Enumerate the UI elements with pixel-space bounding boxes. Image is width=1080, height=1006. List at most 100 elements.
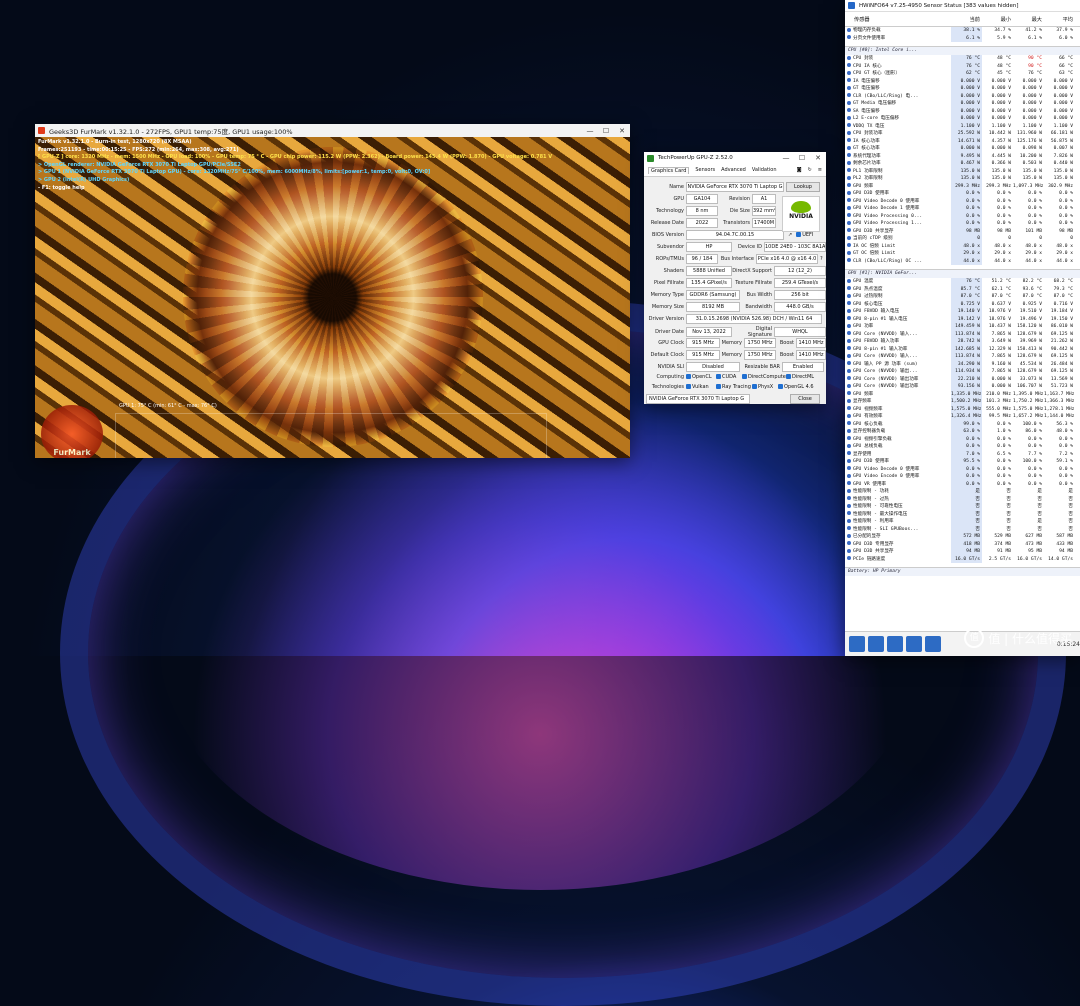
opengl-checkbox[interactable] xyxy=(778,384,783,389)
hwinfo-titlebar[interactable]: HWiNFO64 v7.25-4950 Sensor Status [383 v… xyxy=(845,0,1080,12)
close-button[interactable]: Close xyxy=(790,394,820,404)
sensor-row[interactable]: PCIe 链路速度 16.0 GT/s 2.5 GT/s 16.0 GT/s 14.0 … xyxy=(845,555,1080,563)
sensor-row[interactable]: 性能限制 - 可靠性电压 否 否 否 否 xyxy=(845,503,1080,511)
sensor-row[interactable]: GPU 有效频率 1,326.4 MHz 99.5 MHz 1,657.2 MHz 1,… xyxy=(845,413,1080,421)
sensor-row[interactable]: GPU FBVDD 输入功率 28.742 W 3.649 W 39.969 W 21.… xyxy=(845,338,1080,346)
sensor-row[interactable]: CPU GT 核心（图形） 62 °C 45 °C 76 °C 63 °C xyxy=(845,70,1080,78)
settings-icon[interactable] xyxy=(925,636,941,652)
sensor-row[interactable]: GPU FBVDD 输入电压 19.140 V 18.976 V 19.510 V 19… xyxy=(845,308,1080,316)
furmark-titlebar[interactable]: Geeks3D FurMark v1.32.1.0 - 272FPS, GPU1… xyxy=(35,124,630,137)
sensor-row[interactable]: 物理内存负载 38.1 % 34.7 % 41.2 % 37.9 % xyxy=(845,27,1080,35)
sensor-row[interactable]: GPU 过热限制 87.0 °C 87.0 °C 87.0 °C 87.0 °C xyxy=(845,293,1080,301)
sensor-row[interactable]: L2 E-core 电压偏移 0.000 V 0.000 V 0.000 V 0.000… xyxy=(845,115,1080,123)
sensor-row[interactable]: GPU 8-pin #1 输入电压 19.142 V 18.976 V 19.496 … xyxy=(845,315,1080,323)
tab-advanced[interactable]: Advanced xyxy=(721,167,746,174)
col-avg[interactable]: 平均 xyxy=(1044,16,1075,23)
close-icon[interactable]: ✕ xyxy=(614,127,630,135)
sensor-row[interactable]: GPU D3D 共享显存 94 MB 91 MB 95 MB 94 MB xyxy=(845,548,1080,556)
sensor-row[interactable]: GT 核心功率 0.000 W 0.000 W 0.098 W 0.007 W xyxy=(845,145,1080,153)
gpu-select[interactable]: NVIDIA GeForce RTX 3070 Ti Laptop G xyxy=(646,394,750,404)
report-icon[interactable] xyxy=(906,636,922,652)
sensor-row[interactable]: CPU 封装 76 °C 48 °C 90 °C 66 °C xyxy=(845,55,1080,63)
maximize-icon[interactable]: ☐ xyxy=(598,127,614,135)
sensor-row[interactable]: GPU 视频引擎负载 0.0 % 0.0 % 0.0 % 0.0 % xyxy=(845,435,1080,443)
sensor-row[interactable]: 性能限制 - 功耗 是 否 是 是 xyxy=(845,488,1080,496)
sensor-row[interactable]: 性能限制 - 利用率 否 否 是 否 xyxy=(845,518,1080,526)
sensor-row[interactable]: IA OC 倍频 Limit 48.0 x 48.0 x 48.0 x 48.0 x xyxy=(845,242,1080,250)
furmark-window[interactable]: Geeks3D FurMark v1.32.1.0 - 272FPS, GPU1… xyxy=(35,124,630,458)
minimize-icon[interactable]: — xyxy=(582,127,598,135)
sensor-row[interactable]: GPU 频率 1,335.0 MHz 210.0 MHz 1,395.0 MHz 1,1… xyxy=(845,390,1080,398)
nav-arrows-2-icon[interactable] xyxy=(868,636,884,652)
directml-checkbox[interactable] xyxy=(786,374,791,379)
sensor-row[interactable]: 分页文件使用率 6.1 % 5.9 % 6.1 % 6.0 % xyxy=(845,34,1080,42)
tab-graphics-card[interactable]: Graphics Card xyxy=(648,167,690,174)
sensor-group-gpu[interactable]: GPU [#1]: NVIDIA GeFor... xyxy=(845,269,1080,278)
sensor-row[interactable]: PL2 功率限制 135.0 W 135.0 W 135.0 W 135.0 W xyxy=(845,175,1080,183)
sensor-row[interactable]: IA 核心功率 14.671 W 4.357 W 125.176 W 56.875 W xyxy=(845,137,1080,145)
opencl-checkbox[interactable] xyxy=(686,374,691,379)
col-sensor[interactable]: 传感器 xyxy=(845,16,951,23)
sensor-row[interactable]: GPU Core (NVVDD) 输出功率 22.210 W 0.000 W 33.0… xyxy=(845,375,1080,383)
sensor-row[interactable]: CLR (CBo/LLC/Ring) OC ... 44.0 x 44.0 x 44.… xyxy=(845,257,1080,265)
maximize-icon[interactable]: ☐ xyxy=(794,154,810,162)
network-icon[interactable] xyxy=(887,636,903,652)
sensor-row[interactable]: GT Media 电压偏移 0.000 V 0.000 V 0.000 V 0.000 … xyxy=(845,100,1080,108)
sensor-row[interactable]: GPU Video Decode 0 使用率 0.0 % 0.0 % 0.0 % 0.0… xyxy=(845,197,1080,205)
sensor-row[interactable]: GPU Video Decode 1 使用率 0.0 % 0.0 % 0.0 % 0.0… xyxy=(845,205,1080,213)
physx-checkbox[interactable] xyxy=(752,384,757,389)
sensor-row[interactable]: GPU 视频频率 1,575.0 MHz 555.0 MHz 1,575.0 MHz 1… xyxy=(845,405,1080,413)
uefi-checkbox[interactable] xyxy=(796,232,802,237)
sensor-row[interactable]: 性能限制 - 最大操作电压 否 否 否 否 xyxy=(845,510,1080,518)
sensor-row[interactable]: GPU Video Decode 0 使用率 0.0 % 0.0 % 0.0 % 0.0… xyxy=(845,465,1080,473)
sensor-row[interactable]: GPU 热点温度 85.7 °C 62.1 °C 93.6 °C 79.3 °C xyxy=(845,285,1080,293)
gpuz-window[interactable]: TechPowerUp GPU-Z 2.52.0 — ☐ ✕ Graphics … xyxy=(644,152,826,404)
sensor-row[interactable]: 显存使用 7.0 % 6.5 % 7.7 % 7.2 % xyxy=(845,450,1080,458)
sensor-row[interactable]: GT OC 倍频 Limit 29.0 x 29.0 x 29.0 x 29.0 x xyxy=(845,250,1080,258)
sensor-row[interactable]: PL1 功率限制 135.0 W 135.0 W 135.0 W 135.0 W xyxy=(845,167,1080,175)
col-min[interactable]: 最小 xyxy=(982,16,1013,23)
sensor-row[interactable]: GPU Core (NVVDD) 输出... 114.934 W 7.865 W 12… xyxy=(845,368,1080,376)
col-current[interactable]: 当前 xyxy=(951,16,982,23)
sensor-row[interactable]: GPU Core (NVVDD) 输入... 113.874 W 7.865 W 12… xyxy=(845,330,1080,338)
sensor-row[interactable]: 性能限制 - SLI GPUBoos... 否 否 否 否 xyxy=(845,525,1080,533)
refresh-icon[interactable]: ↻ xyxy=(808,167,812,174)
sensor-row[interactable]: GT 电压偏移 0.000 V 0.000 V 0.000 V 0.000 V xyxy=(845,85,1080,93)
share-icon[interactable]: ↗ xyxy=(788,232,792,238)
sensor-row[interactable]: GPU Core (NVVDD) 输入... 113.874 W 7.865 W 12… xyxy=(845,353,1080,361)
sensor-row[interactable]: 性能限制 - 过热 否 否 否 否 xyxy=(845,495,1080,503)
close-icon[interactable]: ✕ xyxy=(810,154,826,162)
sensor-row[interactable]: GPU 频率 299.3 MHz 299.3 MHz 1,097.3 MHz 302.9… xyxy=(845,182,1080,190)
sensor-row[interactable]: GPU VR 使用率 0.0 % 0.0 % 0.0 % 0.0 % xyxy=(845,480,1080,488)
nav-arrows-icon[interactable] xyxy=(849,636,865,652)
camera-icon[interactable]: ◙ xyxy=(797,167,802,174)
sensor-row[interactable]: GPU 核心负载 99.0 % 0.0 % 100.0 % 56.3 % xyxy=(845,420,1080,428)
sensor-row[interactable]: GPU 核心电压 0.725 V 0.637 V 0.925 V 0.716 V xyxy=(845,300,1080,308)
hwinfo-window[interactable]: HWiNFO64 v7.25-4950 Sensor Status [383 v… xyxy=(845,0,1080,656)
sensor-row[interactable]: 已分配的显存 572 MB 529 MB 627 MB 587 MB xyxy=(845,533,1080,541)
sensor-row[interactable]: 显存频率 1,500.2 MHz 101.3 MHz 1,750.2 MHz 1,366… xyxy=(845,398,1080,406)
col-max[interactable]: 最大 xyxy=(1013,16,1044,23)
sensor-row[interactable]: IA 电压偏移 0.000 V 0.000 V 0.000 V 0.000 V xyxy=(845,77,1080,85)
sensor-row[interactable]: GPU 8-pin #1 输入功率 142.685 W 12.329 W 158.41… xyxy=(845,345,1080,353)
sensor-row[interactable]: VDDQ TX 电压 1.100 V 1.100 V 1.100 V 1.100 V xyxy=(845,122,1080,130)
sensor-row[interactable]: GPU D3D 使用率 95.5 % 0.0 % 100.0 % 59.1 % xyxy=(845,458,1080,466)
help-icon[interactable]: ? xyxy=(820,256,823,262)
tab-validation[interactable]: Validation xyxy=(752,167,777,174)
sensor-row[interactable]: GPU D3D 专用显存 418 MB 374 MB 473 MB 433 MB xyxy=(845,540,1080,548)
cuda-checkbox[interactable] xyxy=(716,374,721,379)
sensor-group-battery[interactable]: Battery: HP Primary xyxy=(845,567,1080,576)
menu-icon[interactable]: ≡ xyxy=(818,167,822,174)
sensor-row[interactable]: GPU D3D 使用率 0.0 % 0.0 % 0.0 % 0.0 % xyxy=(845,190,1080,198)
sensor-row[interactable]: SA 电压偏移 0.000 V 0.000 V 0.000 V 0.000 V xyxy=(845,107,1080,115)
sensor-row[interactable]: GPU Video Processing 1... 0.0 % 0.0 % 0.0 %… xyxy=(845,220,1080,228)
sensor-row[interactable]: 当前的 cTDP 级别 0 0 0 0 xyxy=(845,235,1080,243)
vulkan-checkbox[interactable] xyxy=(686,384,691,389)
minimize-icon[interactable]: — xyxy=(778,154,794,162)
sensor-row[interactable]: CPU IA 核心 76 °C 48 °C 90 °C 66 °C xyxy=(845,62,1080,70)
sensor-row[interactable]: GPU Video Encode 0 使用率 0.0 % 0.0 % 0.0 % 0.0… xyxy=(845,473,1080,481)
tab-sensors[interactable]: Sensors xyxy=(695,167,715,174)
sensor-row[interactable]: 显存控制器负载 63.0 % 1.0 % 86.0 % 48.0 % xyxy=(845,428,1080,436)
lookup-button[interactable]: Lookup xyxy=(786,182,820,192)
sensor-row[interactable]: GPU Video Processing 0... 0.0 % 0.0 % 0.0 %… xyxy=(845,212,1080,220)
